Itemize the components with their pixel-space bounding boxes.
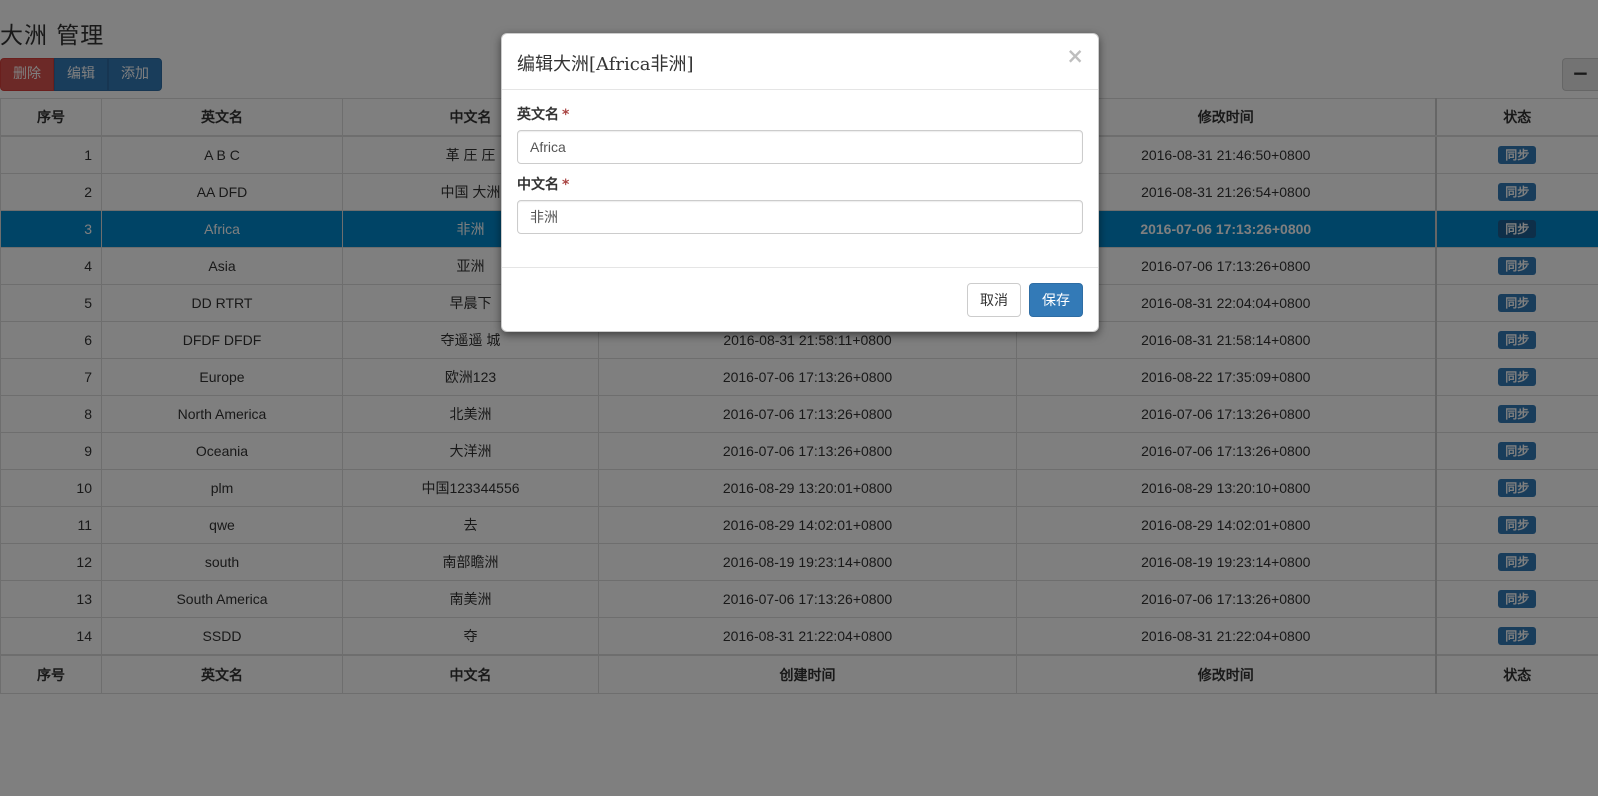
english-name-label: 英文名 * xyxy=(517,104,1083,124)
cancel-button[interactable]: 取消 xyxy=(967,282,1021,317)
dialog-body: 英文名* 中文名* xyxy=(502,90,1098,234)
page: 大洲 管理 删除 编辑 添加 − 序号 英文名 中文名 创建时间 修改时间 状态… xyxy=(0,0,1598,796)
chinese-name-group: 中文名 * xyxy=(517,174,1083,234)
required-mark: * xyxy=(562,177,570,193)
english-name-input[interactable] xyxy=(517,130,1083,164)
english-name-label-text: 英文名 xyxy=(517,107,559,123)
chinese-name-input[interactable] xyxy=(517,200,1083,234)
dialog-title: 编辑大洲[Africa非洲] xyxy=(517,54,694,75)
english-name-group: 英文名 * xyxy=(517,104,1083,164)
chinese-name-label-text: 中文名 xyxy=(517,177,559,193)
edit-continent-dialog: 编辑大洲[Africa非洲] × 英文名* 中文名* 取消 保存 xyxy=(501,33,1099,332)
close-icon[interactable]: × xyxy=(1066,46,1084,67)
required-mark: * xyxy=(562,107,570,123)
chinese-name-label: 中文名 * xyxy=(517,174,1083,194)
save-button[interactable]: 保存 xyxy=(1029,282,1083,317)
dialog-footer: 取消 保存 xyxy=(502,267,1098,331)
dialog-header: 编辑大洲[Africa非洲] × xyxy=(502,34,1098,90)
